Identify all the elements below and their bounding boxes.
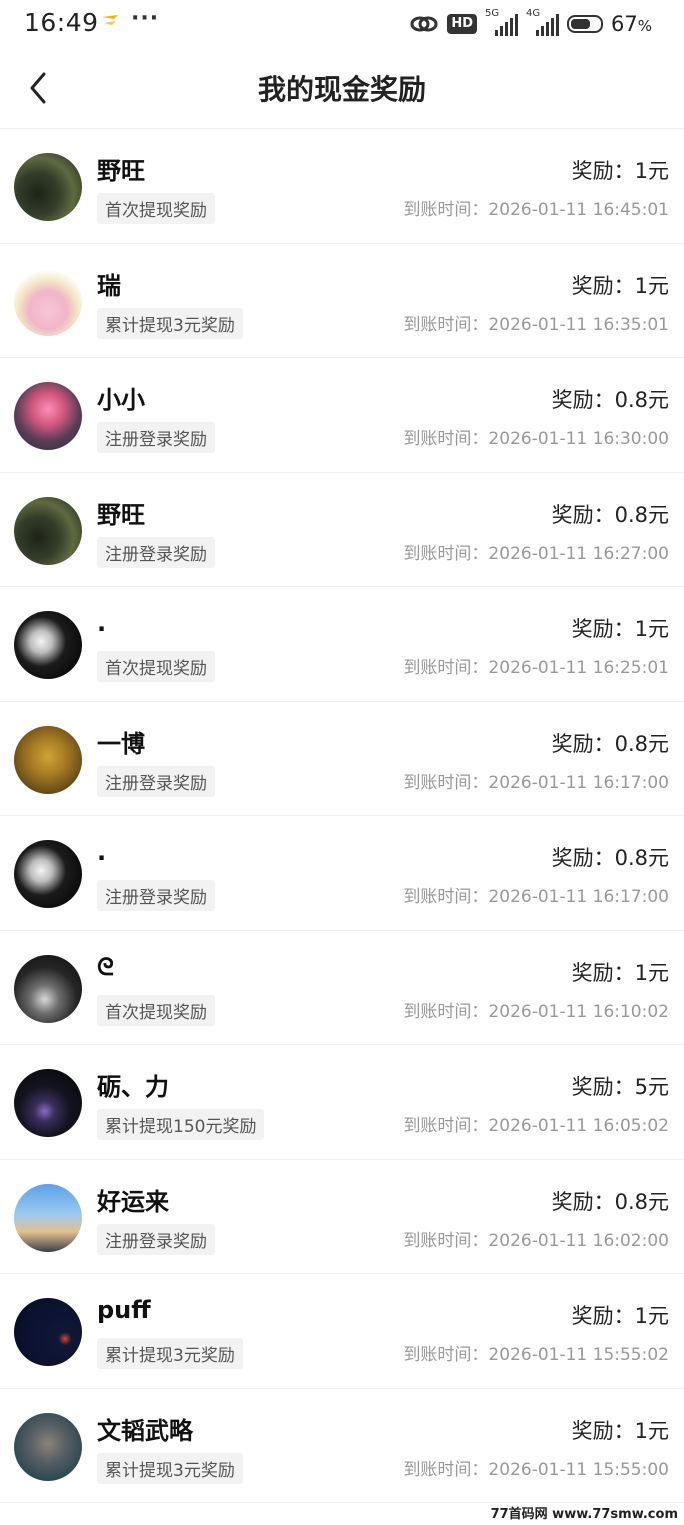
signal-4g-icon: 4G bbox=[526, 8, 559, 36]
avatar bbox=[14, 1298, 82, 1366]
user-name: 野旺 bbox=[97, 500, 145, 529]
reward-amount: 奖励：0.8元 bbox=[551, 731, 669, 756]
arrival-time: 到账时间：2026-01-11 16:35:01 bbox=[403, 314, 669, 335]
link-icon bbox=[410, 16, 438, 32]
arrival-time: 到账时间：2026-01-11 16:30:00 bbox=[403, 429, 669, 449]
reward-type-badge: 注册登录奖励 bbox=[97, 765, 215, 797]
reward-amount: 奖励：0.8元 bbox=[551, 846, 669, 870]
reward-type-badge: 首次提现奖励 bbox=[97, 994, 215, 1026]
status-time: 16:49 bbox=[24, 8, 99, 37]
avatar bbox=[14, 1412, 82, 1481]
arrival-time: 到账时间：2026-01-11 16:27:00 bbox=[403, 543, 669, 564]
arrival-time: 到账时间：2026-01-11 16:45:01 bbox=[403, 200, 669, 220]
reward-type-badge: 累计提现3元奖励 bbox=[97, 1452, 243, 1484]
user-name: 野旺 bbox=[97, 157, 145, 185]
notification-flag-icon bbox=[102, 15, 118, 25]
avatar bbox=[14, 496, 82, 565]
battery-percent: 67% bbox=[611, 12, 652, 36]
reward-amount: 奖励：0.8元 bbox=[551, 1189, 669, 1214]
reward-type-badge: 累计提现150元奖励 bbox=[97, 1109, 265, 1140]
reward-amount: 奖励：1元 bbox=[571, 1418, 669, 1443]
reward-type-badge: 注册登录奖励 bbox=[97, 880, 215, 911]
reward-type-badge: 首次提现奖励 bbox=[97, 651, 215, 682]
user-name: . bbox=[97, 838, 107, 866]
reward-row[interactable]: 砺、力累计提现150元奖励 奖励：5元到账时间：2026-01-11 16:05:… bbox=[0, 1045, 684, 1160]
arrival-time: 到账时间：2026-01-11 16:17:00 bbox=[403, 887, 669, 907]
reward-type-badge: 首次提现奖励 bbox=[97, 193, 215, 224]
arrival-time: 到账时间：2026-01-11 16:02:00 bbox=[403, 1230, 669, 1251]
arrival-time: 到账时间：2026-01-11 15:55:02 bbox=[403, 1345, 669, 1365]
header: 我的现金奖励 bbox=[0, 56, 684, 128]
reward-row[interactable]: . 首次提现奖励 奖励：1元到账时间：2026-01-11 16:25:01 bbox=[0, 587, 684, 702]
reward-amount: 奖励：1元 bbox=[571, 960, 669, 985]
reward-amount: 奖励：0.8元 bbox=[551, 502, 669, 527]
reward-amount: 奖励：1元 bbox=[571, 273, 669, 298]
user-name: ᘓ bbox=[97, 952, 114, 981]
user-name: 瑞 bbox=[97, 271, 121, 300]
arrival-time: 到账时间：2026-01-11 16:17:00 bbox=[403, 772, 669, 793]
reward-amount: 奖励：1元 bbox=[571, 617, 669, 641]
reward-amount: 奖励：1元 bbox=[571, 159, 669, 183]
reward-row[interactable]: 一博注册登录奖励 奖励：0.8元到账时间：2026-01-11 16:17:00 bbox=[0, 702, 684, 816]
avatar bbox=[14, 153, 82, 221]
user-name: . bbox=[97, 609, 107, 637]
reward-amount: 奖励：1元 bbox=[571, 1304, 669, 1328]
reward-row[interactable]: 好运来注册登录奖励 奖励：0.8元到账时间：2026-01-11 16:02:00 bbox=[0, 1160, 684, 1274]
reward-type-badge: 注册登录奖励 bbox=[97, 536, 215, 568]
avatar bbox=[14, 267, 82, 336]
reward-row[interactable]: 文韬武略累计提现3元奖励 奖励：1元到账时间：2026-01-11 15:55:0… bbox=[0, 1389, 684, 1503]
reward-list: 野旺 首次提现奖励 奖励：1元 到账时间：2026-01-11 16:45:01 瑞累计… bbox=[0, 129, 684, 1503]
avatar bbox=[14, 954, 82, 1023]
avatar bbox=[14, 1069, 82, 1137]
arrival-time: 到账时间：2026-01-11 16:25:01 bbox=[403, 658, 669, 678]
hd-badge: HD bbox=[447, 14, 477, 34]
watermark: 77首码网 www.77smw.com bbox=[490, 1507, 678, 1522]
avatar bbox=[14, 611, 82, 679]
arrival-time: 到账时间：2026-01-11 15:55:00 bbox=[403, 1459, 669, 1480]
reward-row[interactable]: 瑞累计提现3元奖励 奖励：1元到账时间：2026-01-11 16:35:01 bbox=[0, 244, 684, 358]
user-name: 小小 bbox=[97, 386, 145, 414]
user-name: 文韬武略 bbox=[97, 1416, 193, 1445]
user-name: 砺、力 bbox=[97, 1073, 169, 1101]
arrival-time: 到账时间：2026-01-11 16:10:02 bbox=[403, 1001, 669, 1022]
arrival-time: 到账时间：2026-01-11 16:05:02 bbox=[403, 1116, 669, 1136]
reward-amount: 奖励：0.8元 bbox=[551, 388, 669, 412]
reward-type-badge: 累计提现3元奖励 bbox=[97, 307, 243, 339]
reward-row[interactable]: 小小注册登录奖励 奖励：0.8元到账时间：2026-01-11 16:30:00 bbox=[0, 358, 684, 473]
reward-row[interactable]: 野旺首次提现奖励 奖励：1元到账时间：2026-01-11 16:45:01 bbox=[0, 129, 684, 244]
avatar bbox=[14, 840, 82, 908]
reward-row[interactable]: 野旺注册登录奖励 奖励：0.8元到账时间：2026-01-11 16:27:00 bbox=[0, 473, 684, 587]
user-name: 好运来 bbox=[97, 1187, 169, 1216]
reward-row[interactable]: . 注册登录奖励 奖励：0.8元到账时间：2026-01-11 16:17:00 bbox=[0, 816, 684, 931]
reward-amount: 奖励：5元 bbox=[571, 1075, 669, 1099]
avatar bbox=[14, 382, 82, 450]
reward-type-badge: 注册登录奖励 bbox=[97, 422, 215, 453]
more-notifications-icon: ··· bbox=[131, 6, 160, 31]
user-name: 一博 bbox=[97, 729, 145, 758]
reward-type-badge: 累计提现3元奖励 bbox=[97, 1338, 243, 1369]
user-name: puff bbox=[97, 1296, 151, 1324]
status-bar: 16:49 ··· HD 5G 4G 67% bbox=[0, 0, 684, 48]
battery-icon bbox=[567, 15, 603, 33]
reward-type-badge: 注册登录奖励 bbox=[97, 1223, 215, 1255]
reward-row[interactable]: puff 累计提现3元奖励 奖励：1元到账时间：2026-01-11 15:55:0… bbox=[0, 1274, 684, 1389]
avatar bbox=[14, 725, 82, 794]
signal-5g-icon: 5G bbox=[485, 8, 518, 36]
reward-row[interactable]: ᘓ 首次提现奖励 奖励：1元到账时间：2026-01-11 16:10:02 bbox=[0, 931, 684, 1045]
avatar bbox=[14, 1183, 82, 1252]
page-title: 我的现金奖励 bbox=[257, 73, 426, 106]
